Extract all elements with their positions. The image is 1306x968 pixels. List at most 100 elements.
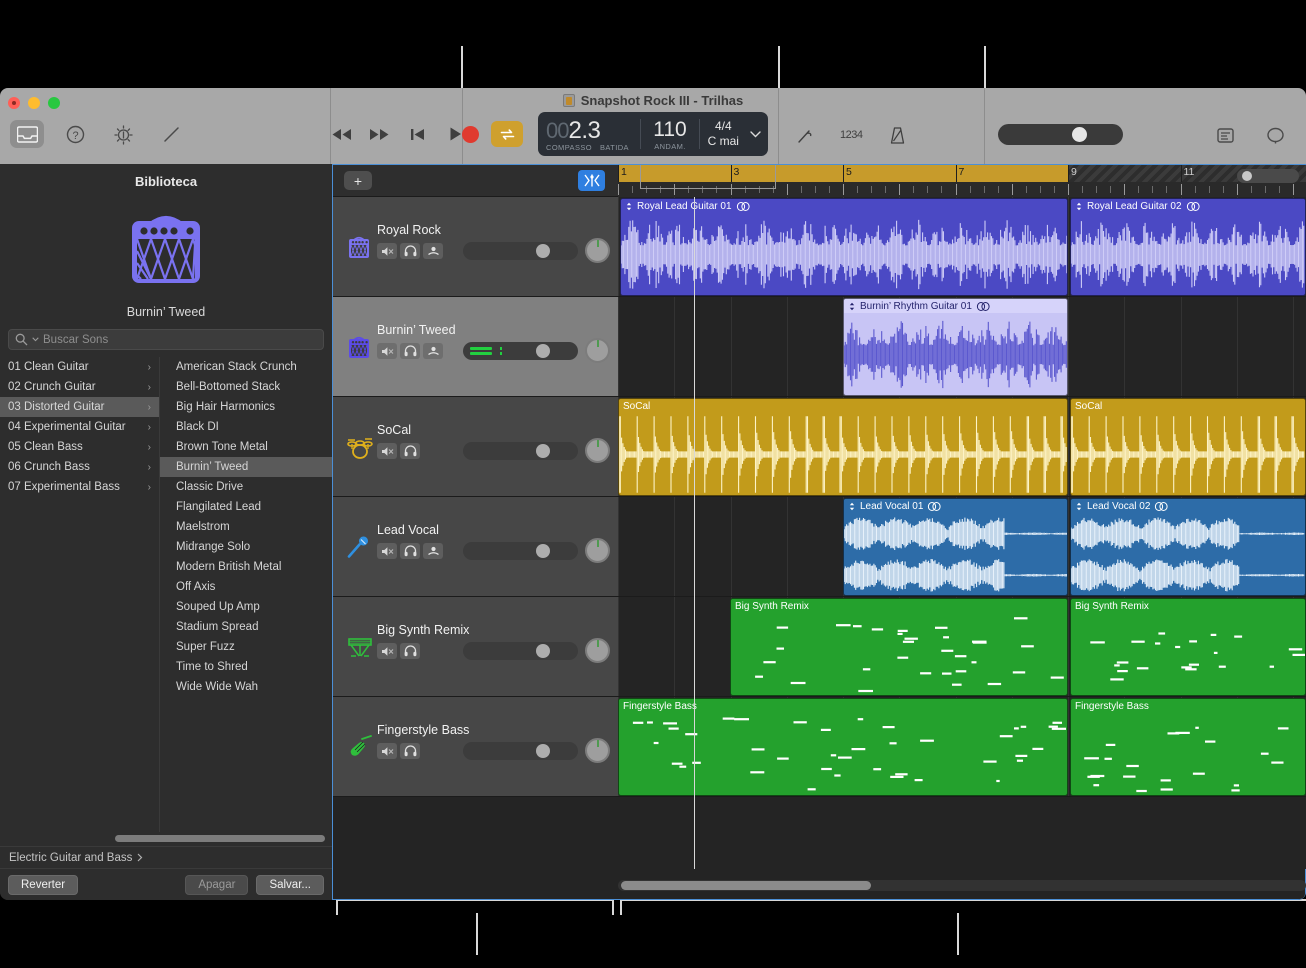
track-solo-button[interactable] [400,443,420,459]
library-patch-item[interactable]: Maelstrom [160,517,332,537]
timeline-region[interactable]: Royal Lead Guitar 02 [1070,198,1306,296]
search-input[interactable] [43,334,317,346]
lcd-signature-section[interactable]: 4/4 C mai [700,112,747,156]
track-header[interactable]: Lead Vocal [333,497,618,597]
timeline-region[interactable]: Fingerstyle Bass [1070,698,1306,796]
track-header[interactable]: Big Synth Remix [333,597,618,697]
track-pan-knob[interactable] [585,438,610,463]
track-name-label[interactable]: Fingerstyle Bass [377,723,469,737]
library-patch-item[interactable]: Bell-Bottomed Stack [160,377,332,397]
library-patch-item[interactable]: Souped Up Amp [160,597,332,617]
timeline-region[interactable]: Big Synth Remix [730,598,1068,696]
save-button[interactable]: Salvar... [256,875,324,895]
timeline-region[interactable]: Royal Lead Guitar 01 [620,198,1068,296]
track-header[interactable]: SoCal [333,397,618,497]
zoom-slider-knob[interactable] [1242,171,1252,181]
tuner-button[interactable] [788,121,822,149]
library-patch-item[interactable]: Modern British Metal [160,557,332,577]
library-patch-item[interactable]: Black DI [160,417,332,437]
track-name-label[interactable]: Burnin’ Tweed [377,323,456,337]
lcd-display[interactable]: 00 2.3 COMPASSO BATIDA 110 ANDAM. 4/4 [538,112,768,156]
lcd-position-section[interactable]: 00 2.3 COMPASSO BATIDA [538,112,640,156]
library-patch-item[interactable]: American Stack Crunch [160,357,332,377]
master-volume-slider[interactable] [998,124,1123,145]
library-patch-item[interactable]: Time to Shred [160,657,332,677]
library-patch-item[interactable]: Super Fuzz [160,637,332,657]
track-volume-knob[interactable] [536,444,550,458]
delete-button[interactable]: Apagar [185,875,248,895]
timeline-region[interactable]: Lead Vocal 02 [1070,498,1306,596]
timeline-region[interactable]: Lead Vocal 01 [843,498,1068,596]
track-name-label[interactable]: Lead Vocal [377,523,439,537]
library-category-item[interactable]: 05 Clean Bass› [0,437,159,457]
library-patch-item[interactable]: Brown Tone Metal [160,437,332,457]
zoom-slider[interactable] [1237,169,1299,183]
metronome-button[interactable] [880,121,914,149]
timeline-region[interactable]: Burnin’ Rhythm Guitar 01 [843,298,1068,396]
library-patch-item[interactable]: Big Hair Harmonics [160,397,332,417]
track-solo-button[interactable] [400,643,420,659]
track-solo-button[interactable] [400,743,420,759]
cycle-button[interactable] [491,121,523,147]
loop-browser-button[interactable] [1258,121,1292,149]
master-volume-knob[interactable] [1072,127,1087,142]
track-volume-slider[interactable] [463,642,578,660]
track-mute-button[interactable] [377,443,397,459]
track-header[interactable]: Burnin’ Tweed [333,297,618,397]
timeline-region[interactable]: SoCal [1070,398,1306,496]
timeline-ruler[interactable]: 1357911 [618,165,1306,197]
track-volume-knob[interactable] [536,344,550,358]
track-name-label[interactable]: SoCal [377,423,411,437]
track-record-enable-button[interactable] [423,343,443,359]
record-button[interactable] [462,126,479,143]
fast-forward-button[interactable] [368,121,390,147]
library-category-item[interactable]: 06 Crunch Bass› [0,457,159,477]
track-volume-slider[interactable] [463,242,578,260]
timeline-canvas[interactable]: Royal Lead Guitar 01 Royal Lead Guitar 0… [618,197,1306,869]
timeline-region[interactable]: Fingerstyle Bass [618,698,1068,796]
search-chevron-down-icon[interactable] [32,337,39,342]
revert-button[interactable]: Reverter [8,875,78,895]
track-name-label[interactable]: Big Synth Remix [377,623,469,637]
track-pan-knob[interactable] [585,538,610,563]
track-header[interactable]: Fingerstyle Bass [333,697,618,797]
track-pan-knob[interactable] [585,238,610,263]
track-solo-button[interactable] [400,243,420,259]
mixer-toggle-button[interactable] [578,170,605,191]
track-solo-button[interactable] [400,543,420,559]
add-track-button[interactable]: + [344,171,372,190]
track-pan-knob[interactable] [585,338,610,363]
help-button[interactable]: ? [58,120,92,148]
count-in-label[interactable]: 1234 [840,129,862,141]
appearance-button[interactable] [106,120,140,148]
track-volume-slider[interactable] [463,742,578,760]
library-category-item[interactable]: 03 Distorted Guitar› [0,397,159,417]
hscroll-thumb[interactable] [621,881,871,890]
library-category-item[interactable]: 07 Experimental Bass› [0,477,159,497]
track-pan-knob[interactable] [585,738,610,763]
library-category-item[interactable]: 01 Clean Guitar› [0,357,159,377]
library-patch-item[interactable]: Off Axis [160,577,332,597]
track-volume-knob[interactable] [536,544,550,558]
track-volume-slider[interactable] [463,442,578,460]
go-to-beginning-button[interactable] [406,121,428,147]
library-category-item[interactable]: 02 Crunch Guitar› [0,377,159,397]
library-patch-item[interactable]: Burnin’ Tweed [160,457,332,477]
ruler-selection-marquee[interactable] [640,165,776,189]
pencil-tool-button[interactable] [154,120,188,148]
search-field[interactable] [8,329,324,350]
library-scroll-thumb[interactable] [115,835,325,842]
library-patch-item[interactable]: Classic Drive [160,477,332,497]
timeline-horizontal-scrollbar[interactable] [618,880,1306,891]
track-volume-slider[interactable] [463,542,578,560]
track-mute-button[interactable] [377,243,397,259]
track-volume-knob[interactable] [536,244,550,258]
track-mute-button[interactable] [377,543,397,559]
timeline-region[interactable]: SoCal [618,398,1068,496]
track-mute-button[interactable] [377,343,397,359]
playhead[interactable] [694,197,695,869]
track-volume-knob[interactable] [536,644,550,658]
track-name-label[interactable]: Royal Rock [377,223,441,237]
library-patch-item[interactable]: Midrange Solo [160,537,332,557]
library-patch-item[interactable]: Stadium Spread [160,617,332,637]
